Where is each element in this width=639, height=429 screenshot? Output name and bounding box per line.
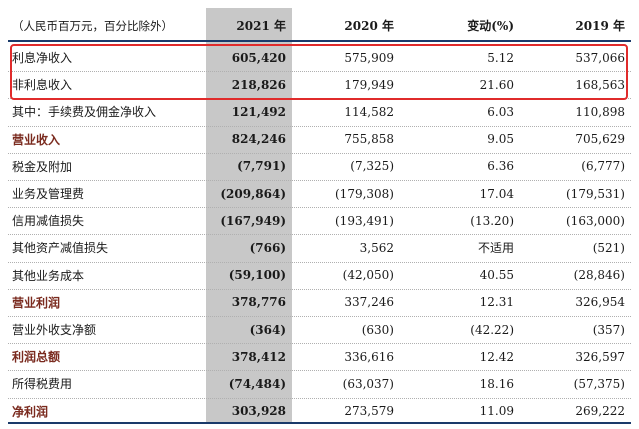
value-2021: (766) bbox=[249, 240, 286, 255]
value-2021: (364) bbox=[249, 322, 286, 337]
value-2020: (179,308) bbox=[335, 186, 394, 201]
value-2020: 273,579 bbox=[344, 404, 394, 419]
row-label: 营业利润 bbox=[12, 295, 61, 310]
table-row: 营业利润 378,776 337,246 12.31 326,954 bbox=[8, 289, 631, 316]
value-2021: (59,100) bbox=[228, 268, 286, 283]
value-2020: 337,246 bbox=[344, 295, 394, 310]
row-label: 净利润 bbox=[12, 404, 49, 419]
table-row: 业务及管理费 (209,864) (179,308) 17.04 (179,531) bbox=[8, 180, 631, 207]
value-change: 18.16 bbox=[479, 376, 514, 391]
table-row: 营业收入 824,246 755,858 9.05 705,629 bbox=[8, 126, 631, 153]
value-change: (42.22) bbox=[470, 322, 514, 337]
value-change: 9.05 bbox=[487, 132, 514, 147]
value-2019: (163,000) bbox=[566, 213, 625, 228]
header-rule bbox=[8, 40, 631, 42]
highlight-box bbox=[10, 44, 628, 100]
row-label: 业务及管理费 bbox=[12, 187, 85, 201]
value-change: 不适用 bbox=[477, 241, 514, 256]
value-2021: 378,776 bbox=[231, 295, 286, 310]
row-divider bbox=[8, 125, 631, 127]
table-row: 其中：手续费及佣金净收入 121,492 114,582 6.03 110,898 bbox=[8, 98, 631, 125]
row-label: 利润总额 bbox=[12, 350, 61, 365]
value-2020: 336,616 bbox=[344, 349, 394, 364]
value-2021: (209,864) bbox=[220, 186, 286, 201]
value-2020: 114,582 bbox=[344, 104, 394, 119]
row-label: 其他资产减值损失 bbox=[12, 241, 109, 256]
value-2019: (357) bbox=[592, 322, 625, 337]
table-row: 税金及附加 (7,791) (7,325) 6.36 (6,777) bbox=[8, 153, 631, 180]
row-divider bbox=[8, 343, 631, 345]
value-2019: 269,222 bbox=[575, 404, 625, 419]
value-2021: 824,246 bbox=[231, 132, 286, 147]
value-2019: (28,846) bbox=[573, 268, 625, 283]
value-2019: 326,954 bbox=[575, 295, 625, 310]
value-2019: 326,597 bbox=[575, 349, 625, 364]
value-2020: 3,562 bbox=[359, 240, 394, 255]
table-row: 其他资产减值损失 (766) 3,562 不适用 (521) bbox=[8, 234, 631, 261]
row-divider bbox=[8, 261, 631, 263]
row-divider bbox=[8, 370, 631, 372]
value-2019: (521) bbox=[592, 240, 625, 255]
bottom-rule bbox=[8, 422, 631, 424]
row-divider bbox=[8, 207, 631, 209]
row-label: 其中：手续费及佣金净收入 bbox=[12, 105, 157, 120]
table-row: 信用减值损失 (167,949) (193,491) (13.20) (163,000) bbox=[8, 207, 631, 234]
table-row: 所得税费用 (74,484) (63,037) 18.16 (57,375) bbox=[8, 370, 631, 397]
value-2019: (57,375) bbox=[573, 376, 625, 391]
value-2019: (179,531) bbox=[566, 186, 625, 201]
value-change: 12.42 bbox=[479, 349, 514, 364]
row-label: 所得税费用 bbox=[12, 377, 73, 392]
row-divider bbox=[8, 234, 631, 236]
value-change: 40.55 bbox=[479, 268, 514, 283]
value-2020: (7,325) bbox=[350, 159, 394, 174]
col-header-2019: 2019 年 bbox=[575, 19, 625, 33]
col-header-change: 变动(%) bbox=[467, 19, 514, 33]
value-2019: 705,629 bbox=[575, 132, 625, 147]
table-row: 营业外收支净额 (364) (630) (42.22) (357) bbox=[8, 316, 631, 343]
value-change: (13.20) bbox=[470, 213, 514, 228]
table-header-row: （人民币百万元，百分比除外） 2021 年 2020 年 变动(%) 2019 … bbox=[8, 12, 631, 39]
row-divider bbox=[8, 288, 631, 290]
row-divider bbox=[8, 180, 631, 181]
value-2021: (167,949) bbox=[220, 213, 286, 228]
table-row: 净利润 303,928 273,579 11.09 269,222 bbox=[8, 398, 631, 425]
row-label: 营业收入 bbox=[12, 132, 61, 147]
unit-label: （人民币百万元，百分比除外） bbox=[12, 18, 173, 33]
table-row: 利润总额 378,412 336,616 12.42 326,597 bbox=[8, 343, 631, 370]
row-label: 信用减值损失 bbox=[12, 214, 85, 229]
value-change: 11.09 bbox=[479, 404, 514, 419]
value-2019: 110,898 bbox=[575, 104, 625, 119]
value-2021: 121,492 bbox=[231, 104, 286, 119]
value-change: 17.04 bbox=[479, 186, 514, 201]
value-change: 6.36 bbox=[487, 159, 514, 174]
row-label: 营业外收支净额 bbox=[12, 323, 97, 337]
value-change: 6.03 bbox=[487, 104, 514, 119]
row-divider bbox=[8, 316, 631, 317]
value-2020: (42,050) bbox=[342, 268, 394, 283]
row-divider bbox=[8, 152, 631, 154]
row-label: 税金及附加 bbox=[12, 159, 73, 174]
value-2021: 303,928 bbox=[231, 404, 286, 419]
value-2021: (74,484) bbox=[228, 376, 286, 391]
value-2020: (630) bbox=[361, 322, 394, 337]
row-label: 其他业务成本 bbox=[12, 268, 85, 283]
value-2020: (63,037) bbox=[342, 376, 394, 391]
value-2021: (7,791) bbox=[237, 159, 286, 174]
table-row: 其他业务成本 (59,100) (42,050) 40.55 (28,846) bbox=[8, 262, 631, 289]
row-divider bbox=[8, 397, 631, 399]
value-2020: (193,491) bbox=[335, 213, 394, 228]
col-header-2020: 2020 年 bbox=[344, 19, 394, 33]
value-2021: 378,412 bbox=[231, 349, 286, 364]
value-2019: (6,777) bbox=[581, 159, 625, 174]
value-2020: 755,858 bbox=[344, 132, 394, 147]
value-change: 12.31 bbox=[479, 295, 514, 310]
col-header-2021: 2021 年 bbox=[236, 19, 286, 33]
